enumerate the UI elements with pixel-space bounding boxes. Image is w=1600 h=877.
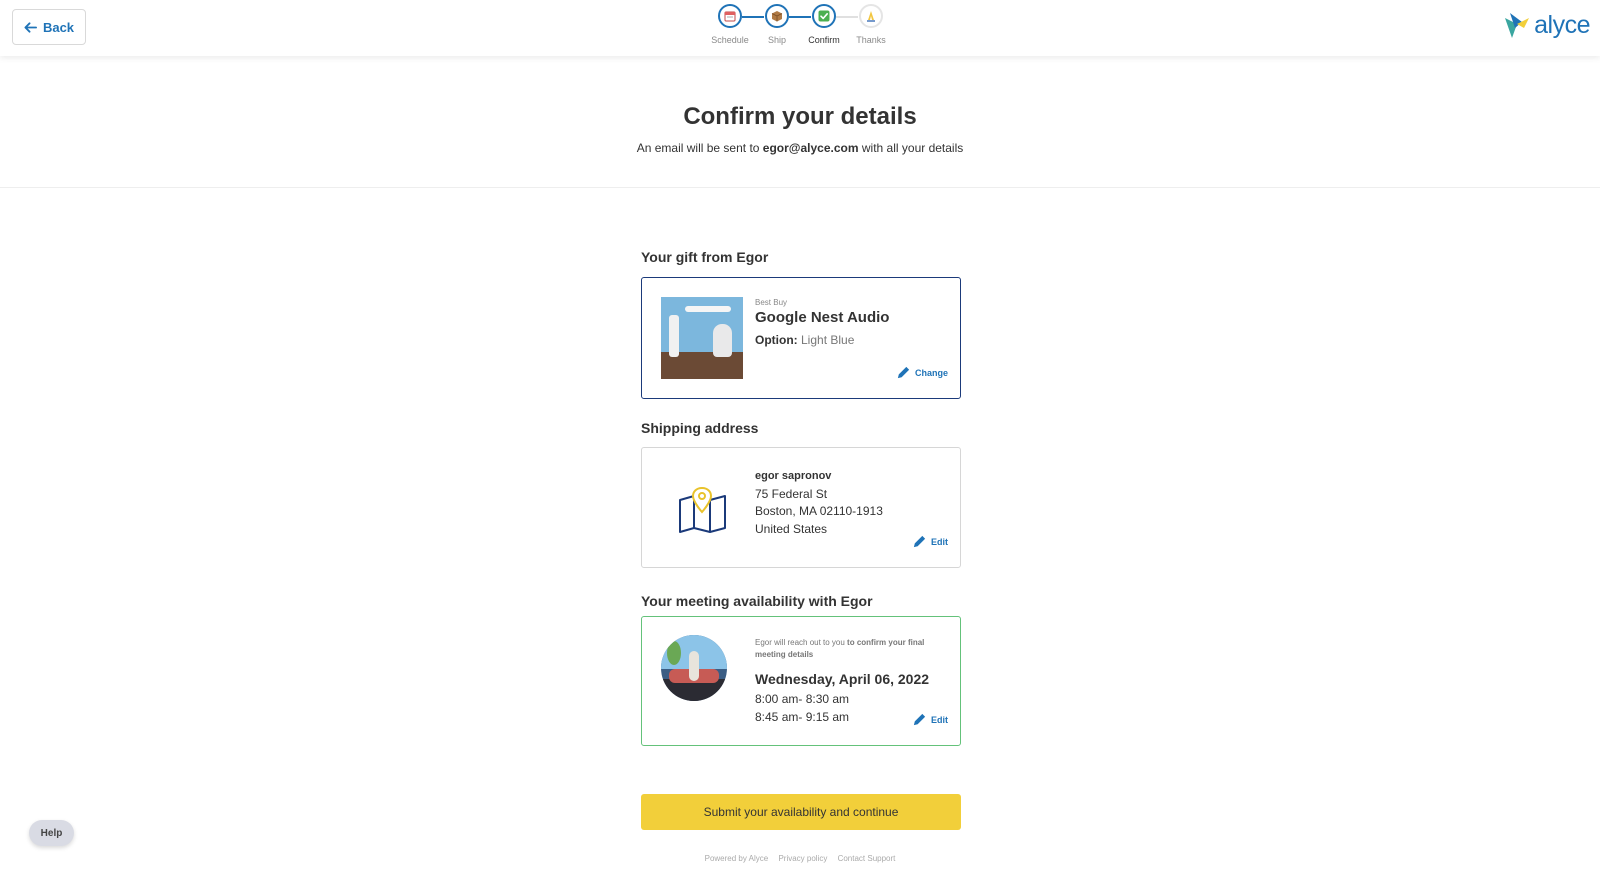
change-gift-button[interactable]: Change [896,365,948,380]
step-label: Ship [767,35,786,45]
edit-label: Edit [931,536,948,547]
step-thanks[interactable]: Thanks [846,4,896,45]
alyce-logo: alyce [1502,10,1590,40]
option-label: Option: [755,333,798,347]
privacy-policy-link[interactable]: Privacy policy [778,854,827,863]
shipping-address: egor sapronov 75 Federal St Boston, MA 0… [755,468,883,538]
address-line-2: Boston, MA 02110-1913 [755,504,883,518]
step-label: Schedule [711,35,749,45]
product-image [661,297,743,379]
address-line-1: 75 Federal St [755,486,828,501]
powered-by-link[interactable]: Powered by Alyce [705,854,769,863]
meeting-card: Egor will reach out to you to confirm yo… [641,616,961,746]
logo-wordmark: alyce [1534,10,1590,39]
change-label: Change [914,367,948,378]
submit-availability-button[interactable]: Submit your availability and continue [641,794,961,830]
sender-avatar [661,635,727,701]
meeting-date: Wednesday, April 06, 2022 [755,671,930,687]
footer: Powered by Alyce Privacy policy Contact … [0,854,1600,863]
progress-stepper: Schedule Ship Confirm Thanks [705,4,895,52]
recipient-name: egor sapronov [755,470,832,482]
hummingbird-icon [1505,13,1530,38]
back-button[interactable]: Back [12,9,86,45]
edit-shipping-button[interactable]: Edit [912,534,948,549]
step-ship[interactable]: Ship [752,4,802,45]
back-label: Back [42,19,75,35]
gift-option: Option: Light Blue [755,333,889,347]
box-icon [765,4,789,28]
pencil-icon [913,535,926,548]
subtitle-suffix: with all your details [858,141,964,155]
map-pin-icon [679,486,726,533]
gift-vendor: Best Buy [755,298,788,307]
top-bar: Back Schedule Ship Confirm Thanks alyce [0,0,1600,56]
step-label: Thanks [856,35,886,45]
gift-info: Best Buy Google Nest Audio Option: Light… [755,298,889,347]
shipping-card: egor sapronov 75 Federal St Boston, MA 0… [641,447,961,568]
check-icon [812,4,836,28]
contact-support-link[interactable]: Contact Support [838,854,896,863]
address-country: United States [755,521,828,536]
option-value: Light Blue [801,333,855,347]
recipient-email: egor@alyce.com [762,141,859,155]
page-subtitle: An email will be sent to egor@alyce.com … [0,141,1600,155]
step-confirm[interactable]: Confirm [799,4,849,45]
hands-icon [859,4,883,28]
page-title: Confirm your details [683,103,917,130]
help-button[interactable]: Help [29,820,74,846]
meeting-section-title: Your meeting availability with Egor [641,593,873,609]
arrow-left-icon [24,21,37,33]
meeting-note: Egor will reach out to you to confirm yo… [755,637,950,661]
gift-card: Best Buy Google Nest Audio Option: Light… [641,277,961,399]
step-schedule[interactable]: Schedule [705,4,755,45]
pencil-icon [897,366,910,379]
pencil-icon [913,713,926,726]
calendar-icon [718,4,742,28]
edit-label: Edit [931,714,948,725]
time-slot: 8:00 am- 8:30 am [755,692,850,706]
note-prefix: Egor will reach out to you [755,638,848,647]
gift-name: Google Nest Audio [755,309,890,326]
subtitle-prefix: An email will be sent to [636,141,763,155]
gift-section-title: Your gift from Egor [641,249,769,265]
hero-section: Confirm your details An email will be se… [0,56,1600,188]
step-label: Confirm [808,35,840,45]
shipping-section-title: Shipping address [641,420,759,436]
edit-meeting-button[interactable]: Edit [912,712,948,727]
